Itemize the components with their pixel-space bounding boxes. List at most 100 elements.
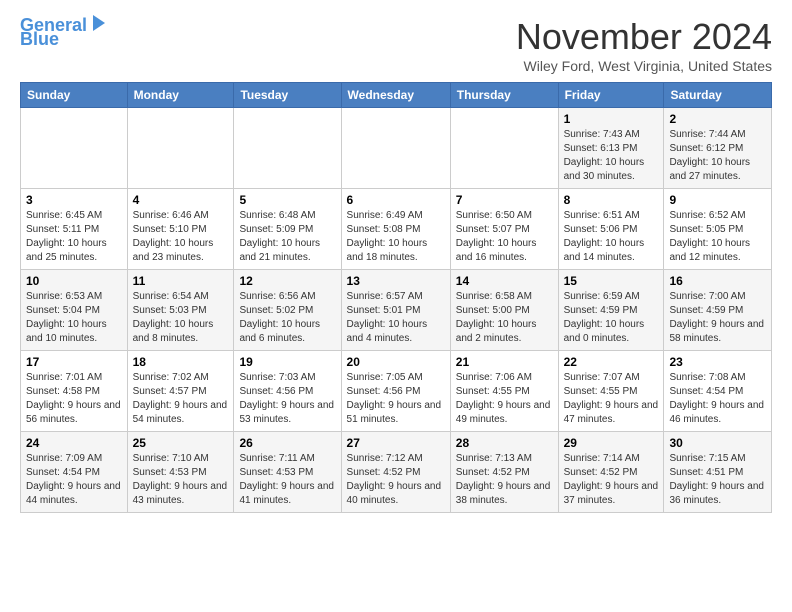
calendar-cell: 20 Sunrise: 7:05 AMSunset: 4:56 PMDayligh…: [341, 351, 450, 432]
day-number: 21: [456, 355, 553, 369]
weekday-header: Wednesday: [341, 83, 450, 108]
day-info: Sunrise: 7:03 AMSunset: 4:56 PMDaylight:…: [239, 372, 334, 425]
weekday-header: Thursday: [450, 83, 558, 108]
day-info: Sunrise: 6:51 AMSunset: 5:06 PMDaylight:…: [564, 210, 645, 263]
calendar-cell: 5 Sunrise: 6:48 AMSunset: 5:09 PMDaylight…: [234, 189, 341, 270]
title-block: November 2024 Wiley Ford, West Virginia,…: [516, 16, 772, 74]
calendar-cell: [21, 108, 128, 189]
logo: General Blue: [20, 16, 109, 48]
day-number: 23: [669, 355, 766, 369]
day-number: 3: [26, 193, 122, 207]
weekday-header: Friday: [558, 83, 664, 108]
day-info: Sunrise: 6:50 AMSunset: 5:07 PMDaylight:…: [456, 210, 537, 263]
day-info: Sunrise: 7:07 AMSunset: 4:55 PMDaylight:…: [564, 372, 659, 425]
day-info: Sunrise: 7:01 AMSunset: 4:58 PMDaylight:…: [26, 372, 121, 425]
day-info: Sunrise: 6:58 AMSunset: 5:00 PMDaylight:…: [456, 291, 537, 344]
day-info: Sunrise: 7:14 AMSunset: 4:52 PMDaylight:…: [564, 453, 659, 506]
day-number: 1: [564, 112, 659, 126]
day-number: 18: [133, 355, 229, 369]
calendar-cell: [341, 108, 450, 189]
day-number: 16: [669, 274, 766, 288]
day-number: 19: [239, 355, 335, 369]
logo-blue: Blue: [20, 30, 59, 48]
calendar-cell: 3 Sunrise: 6:45 AMSunset: 5:11 PMDaylight…: [21, 189, 128, 270]
day-info: Sunrise: 6:59 AMSunset: 4:59 PMDaylight:…: [564, 291, 645, 344]
weekday-header: Sunday: [21, 83, 128, 108]
calendar-cell: 26Sunrise: 7:11 AMSunset: 4:53 PMDayligh…: [234, 432, 341, 513]
calendar-week-row: 24Sunrise: 7:09 AMSunset: 4:54 PMDayligh…: [21, 432, 772, 513]
day-number: 17: [26, 355, 122, 369]
day-number: 2: [669, 112, 766, 126]
day-info: Sunrise: 6:49 AMSunset: 5:08 PMDaylight:…: [347, 210, 428, 263]
day-info: Sunrise: 7:00 AMSunset: 4:59 PMDaylight:…: [669, 291, 764, 344]
day-info: Sunrise: 7:43 AMSunset: 6:13 PMDaylight:…: [564, 129, 645, 182]
day-info: Sunrise: 7:13 AMSunset: 4:52 PMDaylight:…: [456, 453, 551, 506]
calendar-cell: 7Sunrise: 6:50 AMSunset: 5:07 PMDaylight…: [450, 189, 558, 270]
day-number: 13: [347, 274, 445, 288]
calendar-week-row: 10Sunrise: 6:53 AMSunset: 5:04 PMDayligh…: [21, 270, 772, 351]
calendar-cell: 24Sunrise: 7:09 AMSunset: 4:54 PMDayligh…: [21, 432, 128, 513]
calendar-cell: 30Sunrise: 7:15 AMSunset: 4:51 PMDayligh…: [664, 432, 772, 513]
day-info: Sunrise: 7:06 AMSunset: 4:55 PMDaylight:…: [456, 372, 551, 425]
calendar-cell: 10Sunrise: 6:53 AMSunset: 5:04 PMDayligh…: [21, 270, 128, 351]
calendar-header-row: SundayMondayTuesdayWednesdayThursdayFrid…: [21, 83, 772, 108]
calendar-week-row: 1 Sunrise: 7:43 AMSunset: 6:13 PMDaylight…: [21, 108, 772, 189]
calendar-cell: [234, 108, 341, 189]
day-info: Sunrise: 7:11 AMSunset: 4:53 PMDaylight:…: [239, 453, 334, 506]
day-number: 5: [239, 193, 335, 207]
day-number: 14: [456, 274, 553, 288]
day-number: 10: [26, 274, 122, 288]
calendar-cell: 22Sunrise: 7:07 AMSunset: 4:55 PMDayligh…: [558, 351, 664, 432]
calendar-cell: 23 Sunrise: 7:08 AMSunset: 4:54 PMDayligh…: [664, 351, 772, 432]
day-info: Sunrise: 6:52 AMSunset: 5:05 PMDaylight:…: [669, 210, 750, 263]
location: Wiley Ford, West Virginia, United States: [516, 58, 772, 74]
day-number: 12: [239, 274, 335, 288]
day-info: Sunrise: 7:10 AMSunset: 4:53 PMDaylight:…: [133, 453, 228, 506]
calendar-cell: 9 Sunrise: 6:52 AMSunset: 5:05 PMDaylight…: [664, 189, 772, 270]
calendar-cell: 29 Sunrise: 7:14 AMSunset: 4:52 PMDayligh…: [558, 432, 664, 513]
calendar-cell: [127, 108, 234, 189]
calendar-week-row: 17 Sunrise: 7:01 AMSunset: 4:58 PMDayligh…: [21, 351, 772, 432]
calendar-cell: 1 Sunrise: 7:43 AMSunset: 6:13 PMDaylight…: [558, 108, 664, 189]
day-number: 29: [564, 436, 659, 450]
calendar-cell: 2 Sunrise: 7:44 AMSunset: 6:12 PMDaylight…: [664, 108, 772, 189]
day-number: 25: [133, 436, 229, 450]
day-info: Sunrise: 7:44 AMSunset: 6:12 PMDaylight:…: [669, 129, 750, 182]
calendar-cell: 25 Sunrise: 7:10 AMSunset: 4:53 PMDayligh…: [127, 432, 234, 513]
day-number: 20: [347, 355, 445, 369]
calendar-cell: 12 Sunrise: 6:56 AMSunset: 5:02 PMDayligh…: [234, 270, 341, 351]
calendar-cell: 4 Sunrise: 6:46 AMSunset: 5:10 PMDaylight…: [127, 189, 234, 270]
logo-arrow-icon: [89, 13, 109, 33]
day-info: Sunrise: 6:54 AMSunset: 5:03 PMDaylight:…: [133, 291, 214, 344]
day-info: Sunrise: 6:46 AMSunset: 5:10 PMDaylight:…: [133, 210, 214, 263]
day-number: 8: [564, 193, 659, 207]
day-info: Sunrise: 7:05 AMSunset: 4:56 PMDaylight:…: [347, 372, 442, 425]
day-number: 15: [564, 274, 659, 288]
calendar-cell: 16 Sunrise: 7:00 AMSunset: 4:59 PMDayligh…: [664, 270, 772, 351]
calendar-cell: 27Sunrise: 7:12 AMSunset: 4:52 PMDayligh…: [341, 432, 450, 513]
day-info: Sunrise: 6:56 AMSunset: 5:02 PMDaylight:…: [239, 291, 320, 344]
calendar-cell: 13Sunrise: 6:57 AMSunset: 5:01 PMDayligh…: [341, 270, 450, 351]
calendar-cell: 11 Sunrise: 6:54 AMSunset: 5:03 PMDayligh…: [127, 270, 234, 351]
day-info: Sunrise: 6:48 AMSunset: 5:09 PMDaylight:…: [239, 210, 320, 263]
calendar-week-row: 3 Sunrise: 6:45 AMSunset: 5:11 PMDaylight…: [21, 189, 772, 270]
calendar-cell: 28 Sunrise: 7:13 AMSunset: 4:52 PMDayligh…: [450, 432, 558, 513]
day-info: Sunrise: 7:02 AMSunset: 4:57 PMDaylight:…: [133, 372, 228, 425]
day-number: 28: [456, 436, 553, 450]
day-number: 24: [26, 436, 122, 450]
day-number: 9: [669, 193, 766, 207]
weekday-header: Monday: [127, 83, 234, 108]
calendar-cell: 14 Sunrise: 6:58 AMSunset: 5:00 PMDayligh…: [450, 270, 558, 351]
day-info: Sunrise: 7:08 AMSunset: 4:54 PMDaylight:…: [669, 372, 764, 425]
day-number: 6: [347, 193, 445, 207]
day-number: 11: [133, 274, 229, 288]
calendar-cell: 6 Sunrise: 6:49 AMSunset: 5:08 PMDaylight…: [341, 189, 450, 270]
calendar-cell: 18 Sunrise: 7:02 AMSunset: 4:57 PMDayligh…: [127, 351, 234, 432]
weekday-header: Saturday: [664, 83, 772, 108]
day-info: Sunrise: 7:12 AMSunset: 4:52 PMDaylight:…: [347, 453, 442, 506]
day-number: 4: [133, 193, 229, 207]
calendar-cell: 15 Sunrise: 6:59 AMSunset: 4:59 PMDayligh…: [558, 270, 664, 351]
calendar-cell: 8 Sunrise: 6:51 AMSunset: 5:06 PMDaylight…: [558, 189, 664, 270]
day-info: Sunrise: 6:45 AMSunset: 5:11 PMDaylight:…: [26, 210, 107, 263]
calendar-cell: 21 Sunrise: 7:06 AMSunset: 4:55 PMDayligh…: [450, 351, 558, 432]
